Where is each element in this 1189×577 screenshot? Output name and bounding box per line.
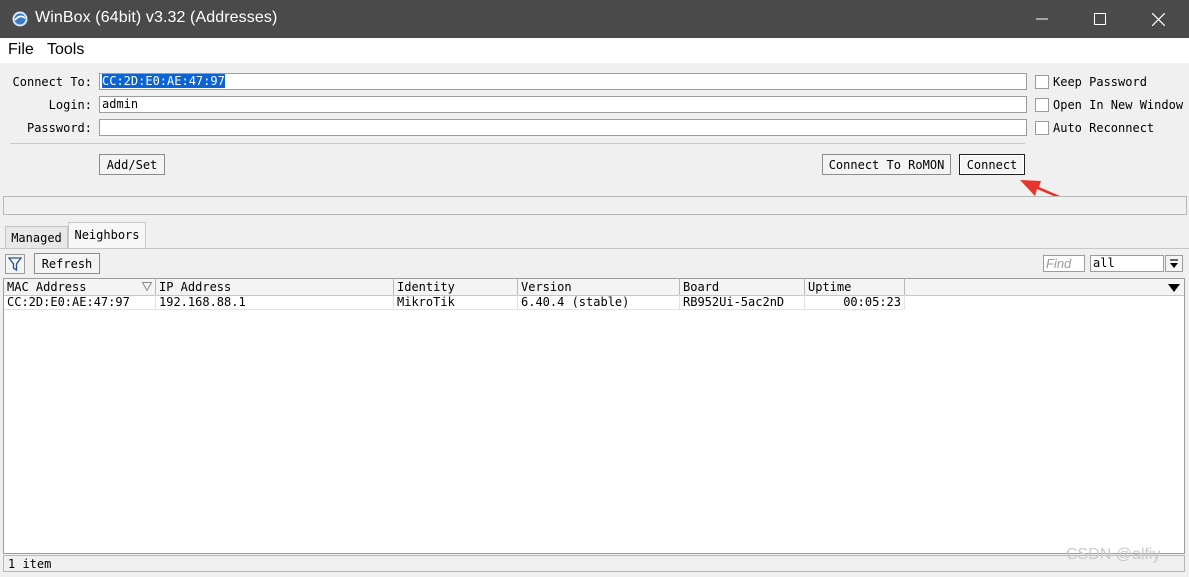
winbox-globe-icon — [12, 11, 28, 27]
scope-select[interactable]: all — [1090, 255, 1164, 272]
filter-icon — [7, 257, 23, 272]
chevron-down-icon — [1170, 258, 1178, 268]
column-ip-address[interactable]: IP Address — [156, 279, 394, 295]
open-new-window-label: Open In New Window — [1053, 98, 1184, 112]
connect-romon-button[interactable]: Connect To RoMON — [822, 154, 951, 175]
keep-password-checkbox[interactable] — [1035, 75, 1049, 89]
connect-to-input[interactable]: CC:2D:E0:AE:47:97 — [99, 73, 1027, 90]
close-button[interactable] — [1129, 0, 1187, 38]
add-set-button[interactable]: Add/Set — [99, 154, 165, 175]
title-bar: WinBox (64bit) v3.32 (Addresses) — [0, 0, 1189, 38]
cell-mac: CC:2D:E0:AE:47:97 — [4, 295, 156, 310]
password-input[interactable] — [99, 119, 1027, 136]
scope-dropdown-button[interactable] — [1165, 255, 1183, 272]
item-count-status: 1 item — [3, 555, 1185, 572]
cell-version: 6.40.4 (stable) — [518, 295, 680, 310]
refresh-button[interactable]: Refresh — [34, 253, 100, 274]
login-input[interactable]: admin — [99, 96, 1027, 113]
auto-reconnect-checkbox[interactable] — [1035, 121, 1049, 135]
minimize-icon — [1036, 18, 1048, 20]
tab-neighbors[interactable]: Neighbors — [68, 222, 146, 249]
connect-panel: Connect To: CC:2D:E0:AE:47:97 Login: adm… — [0, 63, 1189, 218]
password-label: Password: — [26, 121, 92, 135]
column-board[interactable]: Board — [680, 279, 805, 295]
column-identity[interactable]: Identity — [394, 279, 518, 295]
minimize-button[interactable] — [1013, 0, 1071, 38]
tab-managed[interactable]: Managed — [5, 226, 68, 248]
column-uptime[interactable]: Uptime — [805, 279, 905, 295]
menu-file[interactable]: File — [8, 41, 34, 59]
open-new-window-checkbox[interactable] — [1035, 98, 1049, 112]
window-title: WinBox (64bit) v3.32 (Addresses) — [35, 9, 278, 26]
column-version[interactable]: Version — [518, 279, 680, 295]
tab-bar: Managed Neighbors — [0, 218, 1189, 249]
connect-button[interactable]: Connect — [959, 154, 1025, 175]
menu-bar: File Tools — [0, 38, 1189, 63]
columns-menu-button[interactable] — [1168, 282, 1180, 296]
table-row[interactable]: CC:2D:E0:AE:47:97 192.168.88.1 MikroTik … — [4, 295, 1184, 310]
list-toolbar: Refresh Find all — [0, 248, 1189, 279]
maximize-button[interactable] — [1071, 0, 1129, 38]
table-header: MAC Address IP Address Identity Version … — [4, 279, 1184, 296]
neighbors-table: MAC Address IP Address Identity Version … — [3, 278, 1185, 554]
find-input[interactable]: Find — [1043, 255, 1085, 272]
maximize-icon — [1094, 13, 1106, 25]
close-icon — [1151, 12, 1165, 26]
login-label: Login: — [48, 98, 92, 112]
watermark: CSDN @alfiy — [1066, 546, 1161, 563]
keep-password-label: Keep Password — [1053, 75, 1147, 89]
column-mac-address[interactable]: MAC Address — [4, 279, 156, 295]
chevron-down-icon — [1168, 284, 1180, 292]
cell-identity: MikroTik — [394, 295, 518, 310]
connect-to-label: Connect To: — [12, 75, 92, 89]
cell-board: RB952Ui-5ac2nD — [680, 295, 805, 310]
connect-status-bar — [3, 196, 1187, 215]
menu-tools[interactable]: Tools — [47, 41, 84, 59]
form-divider — [10, 143, 1025, 144]
cell-ip: 192.168.88.1 — [156, 295, 394, 310]
connect-to-value: CC:2D:E0:AE:47:97 — [102, 74, 225, 88]
sort-descending-icon — [142, 282, 152, 291]
filter-button[interactable] — [5, 254, 25, 274]
auto-reconnect-label: Auto Reconnect — [1053, 121, 1155, 135]
cell-uptime: 00:05:23 — [805, 295, 905, 310]
